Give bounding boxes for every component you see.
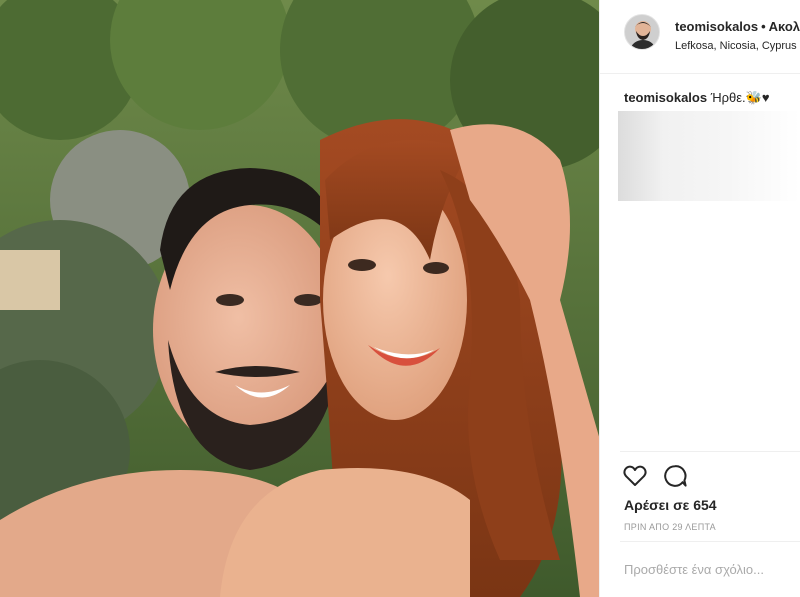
post-details-panel: teomisokalos•Ακολουθήστε Lefkosa, Nicosi… [600, 0, 800, 597]
speech-bubble-icon [664, 465, 687, 487]
post-timestamp[interactable]: ΠΡΙΝ ΑΠΟ 29 ΛΕΠΤΑ [624, 522, 716, 532]
avatar[interactable] [624, 14, 660, 50]
caption-text: Ήρθε.🐝♥ [710, 90, 770, 105]
like-count[interactable]: Αρέσει σε 654 [624, 497, 717, 513]
header-user-line: teomisokalos•Ακολουθήστε [675, 19, 800, 34]
caption-username[interactable]: teomisokalos [624, 90, 707, 105]
comment-input[interactable] [624, 562, 800, 577]
selfie-photo [0, 0, 599, 597]
caption: teomisokalos Ήρθε.🐝♥ [624, 90, 770, 106]
location-link[interactable]: Lefkosa, Nicosia, Cyprus [675, 40, 797, 52]
heart-outline-icon [623, 465, 647, 486]
like-button[interactable] [622, 463, 648, 489]
post-header: teomisokalos•Ακολουθήστε Lefkosa, Nicosi… [600, 0, 800, 74]
post-photo[interactable] [0, 0, 599, 597]
comment-divider [620, 541, 800, 542]
separator-dot: • [761, 19, 766, 34]
comment-button[interactable] [662, 463, 688, 489]
avatar-image [625, 15, 659, 49]
follow-button[interactable]: Ακολουθήστε [769, 19, 800, 34]
comment-loading-placeholder [618, 111, 800, 201]
actions-divider [620, 451, 800, 452]
username-link[interactable]: teomisokalos [675, 19, 758, 34]
